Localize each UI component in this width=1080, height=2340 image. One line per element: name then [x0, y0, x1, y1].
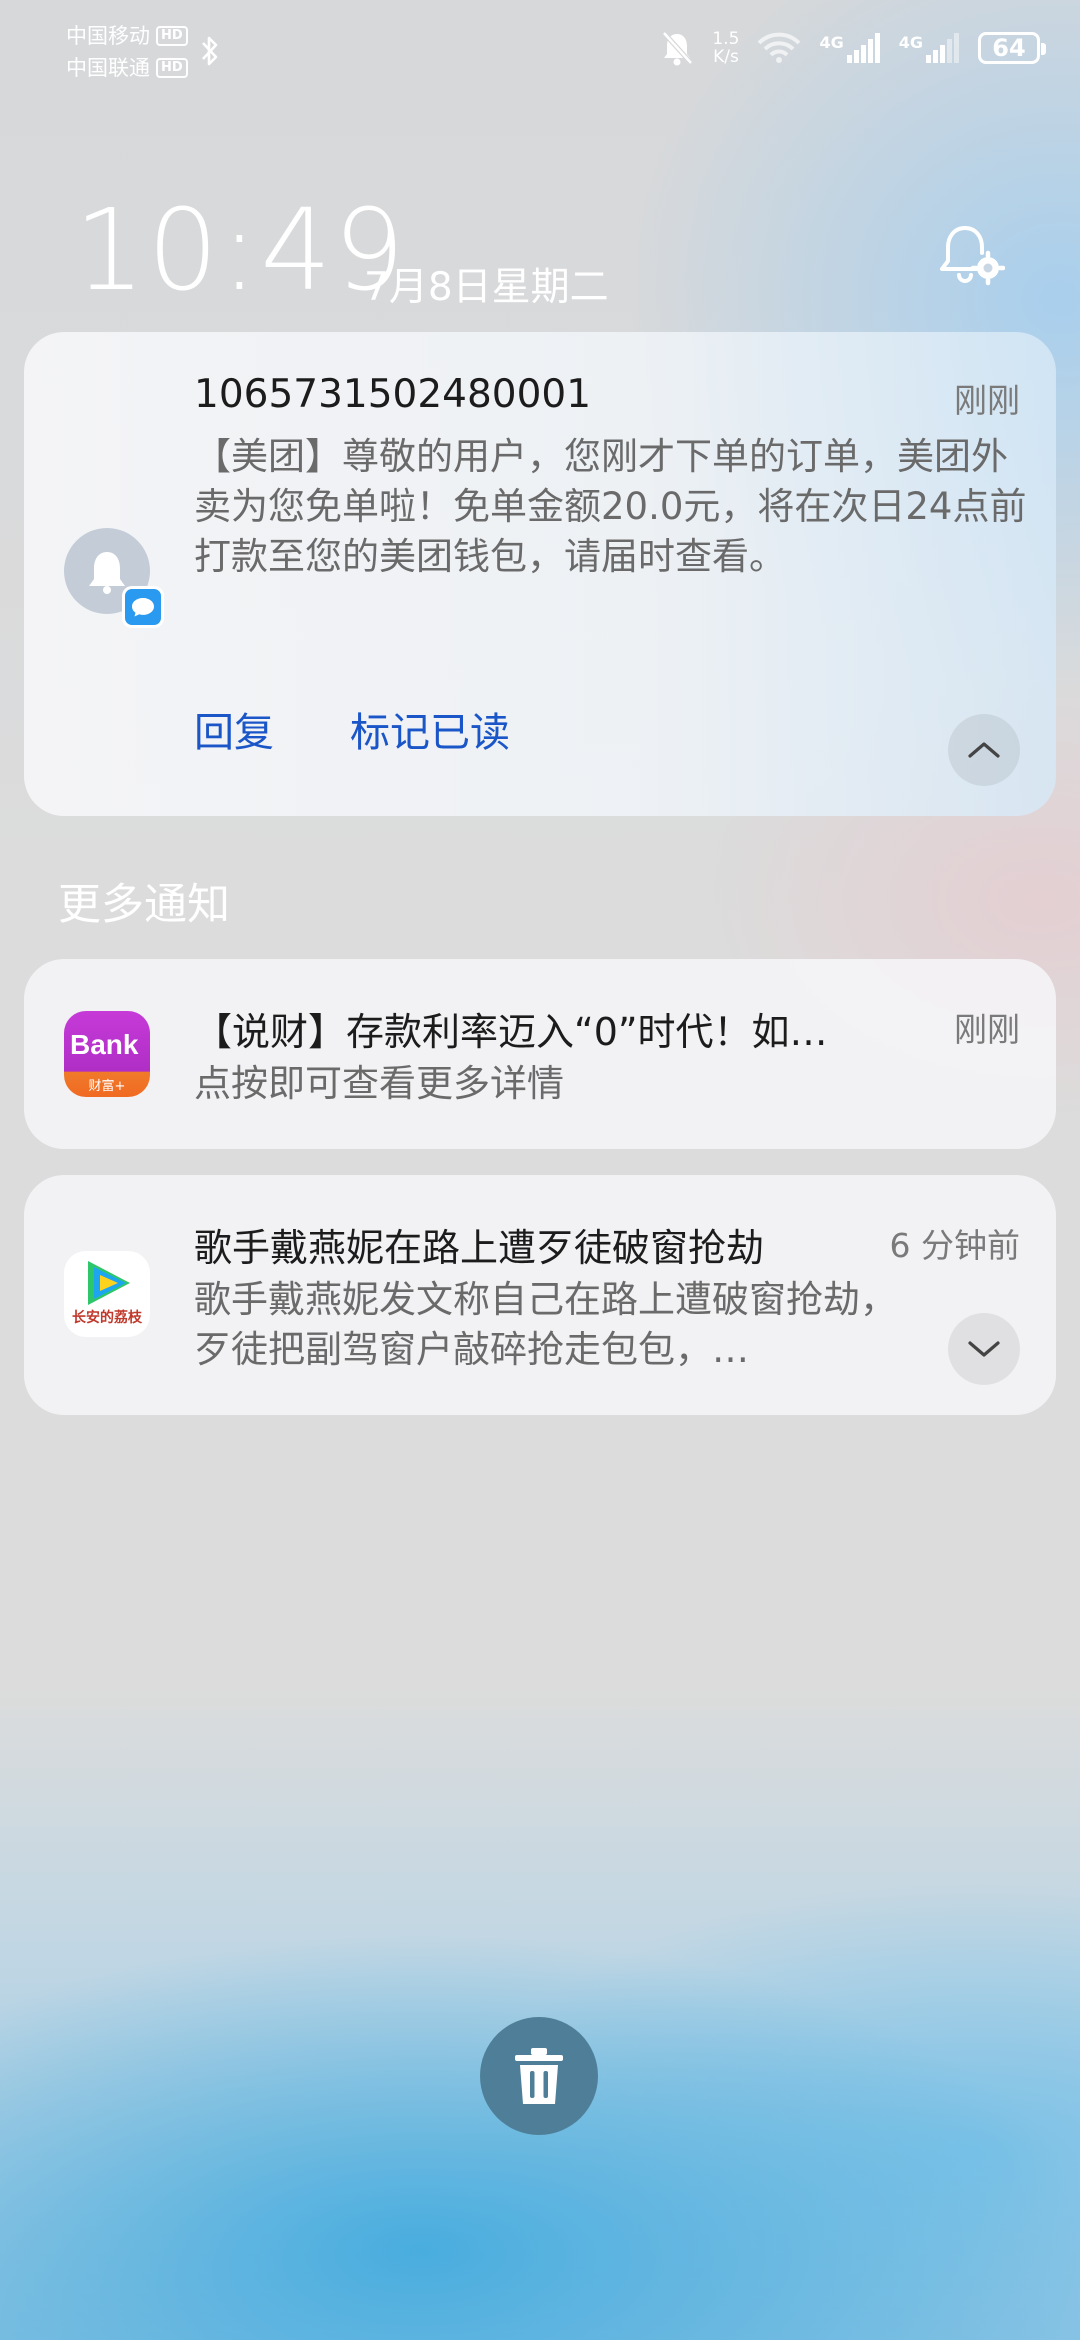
signal-icon: [846, 33, 880, 63]
sms-badge-icon: [122, 586, 164, 628]
expand-button[interactable]: [948, 1313, 1020, 1385]
carrier-info: 中国移动 HD 中国联通 HD: [66, 20, 188, 84]
battery-icon: 64: [978, 32, 1046, 64]
chevron-up-icon: [968, 742, 1000, 758]
hd-badge: HD: [156, 58, 188, 78]
carrier-2: 中国联通 HD: [66, 52, 188, 84]
sms-notification-card[interactable]: 1065731502480001 刚刚 【美团】尊敬的用户，您刚才下单的订单，美…: [24, 332, 1056, 816]
status-bar: 中国移动 HD 中国联通 HD 1.5 K/s 4G 4G 64: [0, 0, 1080, 110]
status-icons: 1.5 K/s 4G 4G 64: [660, 30, 1046, 66]
notification-title: 1065731502480001: [194, 372, 592, 417]
carrier-1: 中国移动 HD: [66, 20, 188, 52]
mark-read-button[interactable]: 标记已读: [350, 700, 510, 758]
bank-app-icon: Bank 财富+: [64, 1011, 150, 1097]
wifi-icon: [758, 32, 801, 63]
collapse-button[interactable]: [948, 714, 1020, 786]
notification-body: 点按即可查看更多详情: [194, 1062, 564, 1105]
notification-time: 6 分钟前: [889, 1226, 1021, 1265]
carrier-1-name: 中国移动: [66, 24, 150, 48]
clear-all-button[interactable]: [480, 2017, 598, 2135]
hd-badge: HD: [156, 26, 188, 46]
more-notifications-label: 更多通知: [58, 880, 230, 930]
battery-level: 64: [992, 34, 1026, 62]
notification-body: 歌手戴燕妮发文称自己在路上遭破窗抢劫，歹徒把副驾窗户敲碎抢走包包，…: [194, 1278, 897, 1371]
video-notification-card[interactable]: 长安的荔枝 歌手戴燕妮在路上遭歹徒破窗抢劫 6 分钟前 歌手戴燕妮发文称自己在路…: [24, 1175, 1056, 1415]
lock-clock: 10:49: [74, 186, 407, 316]
notification-time: 刚刚: [954, 1010, 1020, 1049]
notification-settings-icon[interactable]: [935, 222, 1005, 288]
signal-2: 4G: [899, 33, 960, 63]
bluetooth-icon: [202, 36, 218, 66]
net-speed-value: 1.5: [712, 29, 740, 49]
lock-date: 7月8日星期二: [364, 265, 609, 310]
bank-icon-text: Bank: [70, 1029, 139, 1060]
carrier-2-name: 中国联通: [66, 56, 150, 80]
notification-time: 刚刚: [954, 381, 1020, 420]
net-speed-unit: K/s: [713, 47, 739, 67]
net-speed: 1.5 K/s: [712, 30, 739, 66]
notification-body: 【美团】尊敬的用户，您刚才下单的订单，美团外卖为您免单啦！免单金额20.0元，将…: [194, 435, 1027, 578]
chevron-down-icon: [968, 1341, 1000, 1357]
mute-bell-icon: [662, 31, 694, 66]
trash-icon: [515, 2048, 563, 2104]
chat-bubble-icon: [132, 598, 154, 617]
notification-title: 歌手戴燕妮在路上遭歹徒破窗抢劫: [194, 1226, 765, 1270]
signal-icon: [926, 33, 959, 63]
reply-button[interactable]: 回复: [194, 700, 274, 758]
network-type-1: 4G: [819, 33, 844, 52]
signal-1: 4G: [819, 33, 880, 63]
bell-icon: [89, 552, 125, 594]
video-icon-text: 长安的荔枝: [72, 1310, 142, 1326]
video-app-icon: 长安的荔枝: [64, 1251, 150, 1337]
bank-icon-subtext: 财富+: [88, 1079, 126, 1094]
network-type-2: 4G: [898, 33, 923, 52]
notification-title: 【说财】存款利率迈入“0”时代！如…: [194, 1010, 828, 1054]
bank-notification-card[interactable]: Bank 财富+ 【说财】存款利率迈入“0”时代！如… 刚刚 点按即可查看更多详…: [24, 959, 1056, 1149]
